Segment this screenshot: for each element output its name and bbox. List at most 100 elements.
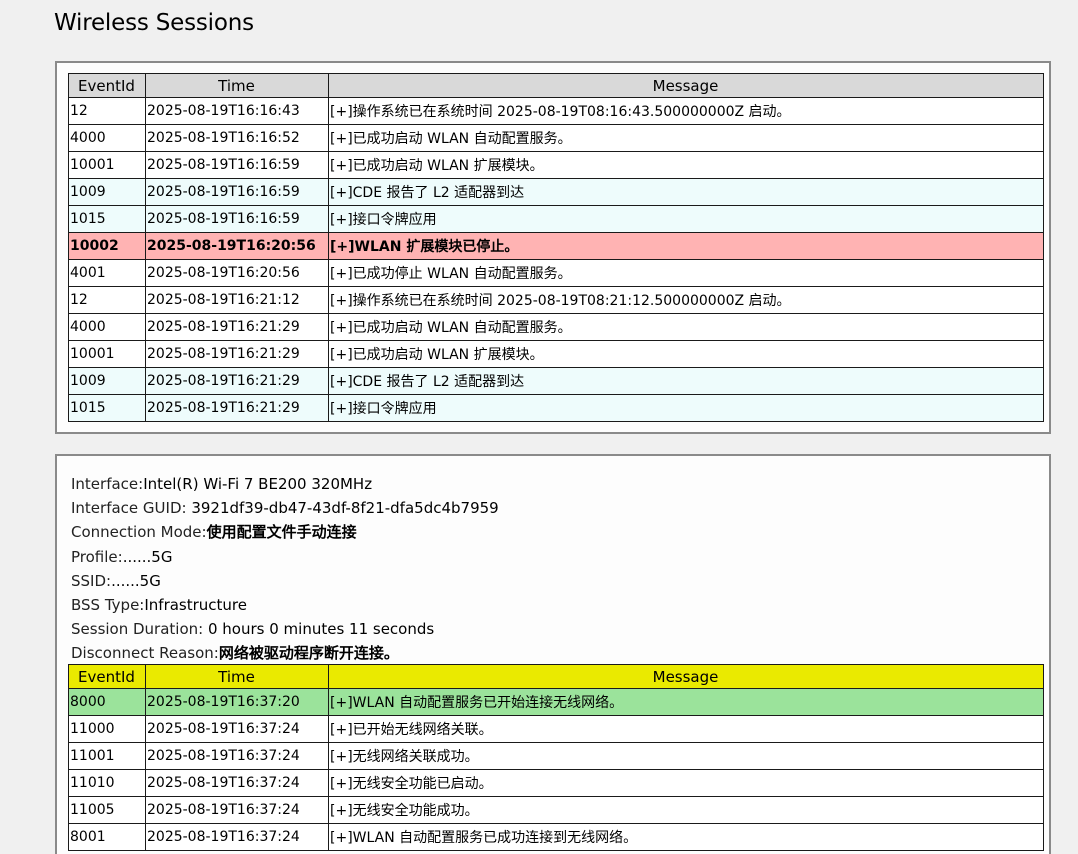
session-1-events-table: EventId Time Message 12 2025-08-19T16:16:… (68, 73, 1044, 422)
session-panel-1: EventId Time Message 12 2025-08-19T16:16:… (55, 61, 1051, 434)
event-message-cell: [+]CDE 报告了 L2 适配器到达 (328, 367, 1044, 395)
event-id-cell: 8001 (68, 823, 146, 851)
column-header-eventid[interactable]: EventId (68, 73, 146, 98)
event-time-cell: 2025-08-19T16:20:56 (145, 232, 329, 260)
table-row[interactable]: 11000 2025-08-19T16:37:24 [+]已开始无线网络关联。 (68, 715, 1044, 743)
event-id-cell: 10001 (68, 340, 146, 368)
event-message-cell: [+]WLAN 自动配置服务已开始连接无线网络。 (328, 688, 1044, 716)
event-id-cell: 12 (68, 97, 146, 125)
session-duration-label: Session Duration: (71, 620, 208, 639)
event-id-cell: 1015 (68, 205, 146, 233)
table-row[interactable]: 12 2025-08-19T16:21:12 [+]操作系统已在系统时间 2025-… (68, 286, 1044, 314)
table-row[interactable]: 10001 2025-08-19T16:16:59 [+]已成功启动 WLAN 扩展… (68, 151, 1044, 179)
table-header-row: EventId Time Message (68, 664, 1044, 689)
table-row[interactable]: 11001 2025-08-19T16:37:24 [+]无线网络关联成功。 (68, 742, 1044, 770)
event-time-cell: 2025-08-19T16:21:29 (145, 340, 329, 368)
disconnect-reason-line: Disconnect Reason:网络被驱动程序断开连接。 (71, 641, 499, 665)
column-header-eventid[interactable]: EventId (68, 664, 146, 689)
ssid-label: SSID: (71, 571, 112, 590)
profile-line: Profile:......5G (71, 545, 499, 569)
event-time-cell: 2025-08-19T16:21:12 (145, 286, 329, 314)
table-row[interactable]: 4000 2025-08-19T16:21:29 [+]已成功启动 WLAN 自动配… (68, 313, 1044, 341)
event-message-cell: [+]WLAN 自动配置服务已成功连接到无线网络。 (328, 823, 1044, 851)
event-id-cell: 11001 (68, 742, 146, 770)
connection-mode-label: Connection Mode: (71, 523, 207, 542)
session-panel-2: Interface:Intel(R) Wi-Fi 7 BE200 320MHz … (55, 454, 1051, 854)
event-message-cell: [+]操作系统已在系统时间 2025-08-19T08:21:12.500000… (328, 286, 1044, 314)
event-id-cell: 12 (68, 286, 146, 314)
event-message-cell: [+]操作系统已在系统时间 2025-08-19T08:16:43.500000… (328, 97, 1044, 125)
session-info: Interface:Intel(R) Wi-Fi 7 BE200 320MHz … (71, 472, 499, 666)
table-row[interactable]: 11005 2025-08-19T16:37:24 [+]无线安全功能成功。 (68, 796, 1044, 824)
column-header-time[interactable]: Time (145, 73, 329, 98)
event-time-cell: 2025-08-19T16:16:59 (145, 151, 329, 179)
event-time-cell: 2025-08-19T16:37:24 (145, 823, 329, 851)
event-time-cell: 2025-08-19T16:37:24 (145, 715, 329, 743)
event-message-cell: [+]无线安全功能已启动。 (328, 769, 1044, 797)
session-2-events-table: EventId Time Message 8000 2025-08-19T16:3… (68, 664, 1044, 851)
column-header-time[interactable]: Time (145, 664, 329, 689)
bss-type-label: BSS Type: (71, 596, 145, 615)
ssid-line: SSID:......5G (71, 569, 499, 593)
disconnect-reason-value: 网络被驱动程序断开连接。 (218, 644, 399, 663)
event-message-cell: [+]无线网络关联成功。 (328, 742, 1044, 770)
event-message-cell: [+]已成功启动 WLAN 自动配置服务。 (328, 313, 1044, 341)
event-message-cell: [+]已成功启动 WLAN 扩展模块。 (328, 151, 1044, 179)
table-row[interactable]: 12 2025-08-19T16:16:43 [+]操作系统已在系统时间 2025-… (68, 97, 1044, 125)
guid-line: Interface GUID: 3921df39-db47-43df-8f21-… (71, 496, 499, 520)
column-header-message[interactable]: Message (328, 73, 1044, 98)
event-time-cell: 2025-08-19T16:16:43 (145, 97, 329, 125)
event-message-cell: [+]已成功启动 WLAN 扩展模块。 (328, 340, 1044, 368)
column-header-message[interactable]: Message (328, 664, 1044, 689)
event-message-cell: [+]已成功启动 WLAN 自动配置服务。 (328, 124, 1044, 152)
connection-mode-value: 使用配置文件手动连接 (206, 523, 357, 542)
event-id-cell: 1009 (68, 367, 146, 395)
event-time-cell: 2025-08-19T16:21:29 (145, 367, 329, 395)
event-id-cell: 11000 (68, 715, 146, 743)
table-row[interactable]: 10002 2025-08-19T16:20:56 [+]WLAN 扩展模块已停止。 (68, 232, 1044, 260)
event-time-cell: 2025-08-19T16:20:56 (145, 259, 329, 287)
interface-line: Interface:Intel(R) Wi-Fi 7 BE200 320MHz (71, 472, 499, 496)
connection-mode-line: Connection Mode:使用配置文件手动连接 (71, 520, 499, 544)
table-row[interactable]: 11010 2025-08-19T16:37:24 [+]无线安全功能已启动。 (68, 769, 1044, 797)
table-row[interactable]: 4001 2025-08-19T16:20:56 [+]已成功停止 WLAN 自动配… (68, 259, 1044, 287)
ssid-value: ......5G (111, 571, 161, 590)
event-time-cell: 2025-08-19T16:37:24 (145, 796, 329, 824)
event-message-cell: [+]接口令牌应用 (328, 205, 1044, 233)
table-row[interactable]: 8000 2025-08-19T16:37:20 [+]WLAN 自动配置服务已开始… (68, 688, 1044, 716)
event-id-cell: 11010 (68, 769, 146, 797)
table-row[interactable]: 8001 2025-08-19T16:37:24 [+]WLAN 自动配置服务已成功… (68, 823, 1044, 851)
event-id-cell: 4001 (68, 259, 146, 287)
event-time-cell: 2025-08-19T16:16:59 (145, 205, 329, 233)
session-duration-line: Session Duration: 0 hours 0 minutes 11 s… (71, 617, 499, 641)
bss-type-value: Infrastructure (144, 596, 248, 615)
event-time-cell: 2025-08-19T16:37:20 (145, 688, 329, 716)
table-row[interactable]: 1009 2025-08-19T16:16:59 [+]CDE 报告了 L2 适配器… (68, 178, 1044, 206)
event-id-cell: 10001 (68, 151, 146, 179)
table-row[interactable]: 1015 2025-08-19T16:16:59 [+]接口令牌应用 (68, 205, 1044, 233)
bss-type-line: BSS Type:Infrastructure (71, 593, 499, 617)
event-time-cell: 2025-08-19T16:16:59 (145, 178, 329, 206)
event-id-cell: 10002 (68, 232, 146, 260)
table-row[interactable]: 1015 2025-08-19T16:21:29 [+]接口令牌应用 (68, 394, 1044, 422)
event-time-cell: 2025-08-19T16:21:29 (145, 313, 329, 341)
event-message-cell: [+]WLAN 扩展模块已停止。 (328, 232, 1044, 260)
event-message-cell: [+]已开始无线网络关联。 (328, 715, 1044, 743)
event-id-cell: 4000 (68, 124, 146, 152)
interface-value: Intel(R) Wi-Fi 7 BE200 320MHz (143, 475, 373, 493)
table-row[interactable]: 4000 2025-08-19T16:16:52 [+]已成功启动 WLAN 自动配… (68, 124, 1044, 152)
event-time-cell: 2025-08-19T16:37:24 (145, 742, 329, 770)
profile-value: ......5G (122, 547, 173, 566)
interface-label: Interface: (71, 475, 144, 493)
event-message-cell: [+]已成功停止 WLAN 自动配置服务。 (328, 259, 1044, 287)
event-message-cell: [+]接口令牌应用 (328, 394, 1044, 422)
page-title: Wireless Sessions (54, 10, 254, 36)
event-id-cell: 11005 (68, 796, 146, 824)
table-header-row: EventId Time Message (68, 73, 1044, 98)
table-row[interactable]: 1009 2025-08-19T16:21:29 [+]CDE 报告了 L2 适配器… (68, 367, 1044, 395)
event-message-cell: [+]无线安全功能成功。 (328, 796, 1044, 824)
event-id-cell: 1009 (68, 178, 146, 206)
disconnect-reason-label: Disconnect Reason: (71, 644, 219, 663)
table-row[interactable]: 10001 2025-08-19T16:21:29 [+]已成功启动 WLAN 扩展… (68, 340, 1044, 368)
event-time-cell: 2025-08-19T16:37:24 (145, 769, 329, 797)
